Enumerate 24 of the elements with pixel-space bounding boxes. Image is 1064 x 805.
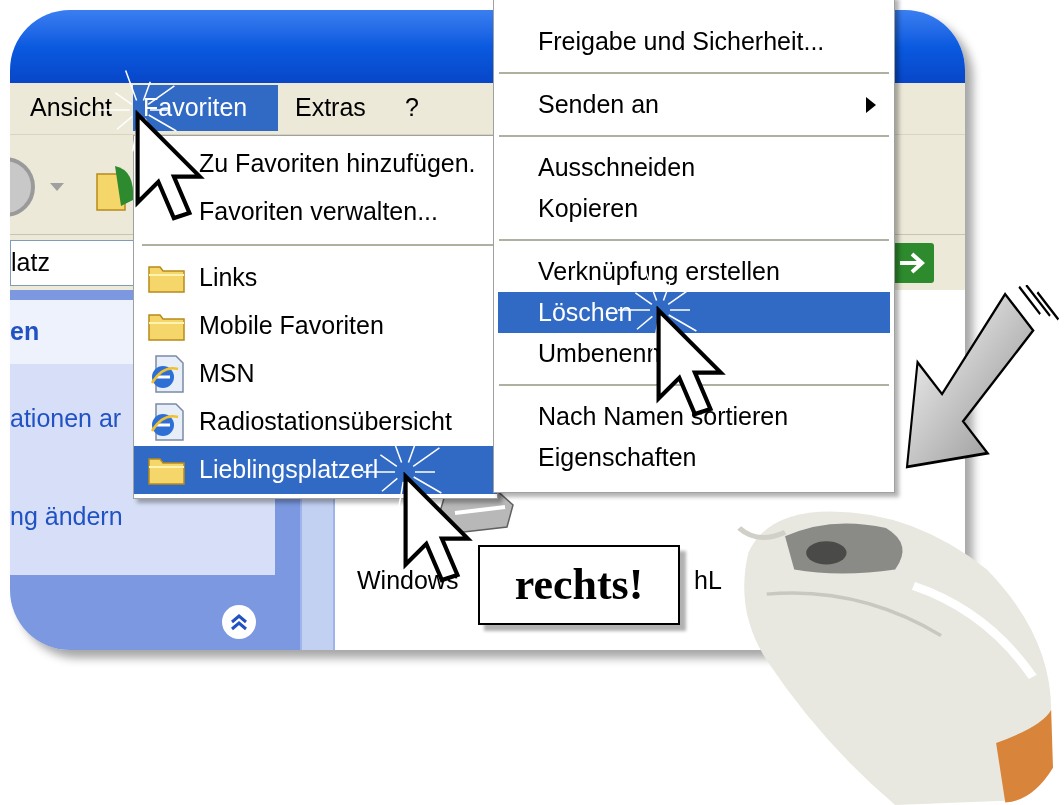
menu-entry[interactable]: Senden an xyxy=(498,84,890,125)
menu-entry[interactable]: Löschen xyxy=(498,292,890,333)
menu-entry[interactable]: Mobile Favoriten xyxy=(134,302,497,350)
menu-entry[interactable]: Umbenenn xyxy=(498,333,890,374)
menu-entry[interactable]: Favoriten verwalten... xyxy=(134,188,497,236)
menu-item[interactable]: Favoriten xyxy=(133,85,278,131)
menu-item[interactable]: ? xyxy=(395,85,435,131)
menu-entry[interactable]: Nach Namen sortieren xyxy=(498,396,890,437)
menu-entry[interactable]: Kopieren xyxy=(498,188,890,229)
menu-entry[interactable]: Lieblingsplatzerl xyxy=(134,446,497,494)
menu-item[interactable]: Extras xyxy=(285,85,385,131)
menu-entry[interactable]: MSN xyxy=(134,350,497,398)
menu-entry[interactable]: Verknüpfung erstellen xyxy=(498,251,890,292)
task-link[interactable]: ng ändern xyxy=(10,497,275,535)
menu-entry[interactable]: Freigabe und Sicherheit... xyxy=(498,21,890,62)
menu-entry[interactable]: Zu Favoriten hinzufügen. xyxy=(134,140,497,188)
menu-entry[interactable]: Ausschneiden xyxy=(498,147,890,188)
task-pane-title: en xyxy=(10,316,40,348)
file-label-fragment: hL xyxy=(694,565,722,596)
menu-item[interactable]: Ansicht xyxy=(20,85,128,131)
menu-entry[interactable]: Eigenschaften xyxy=(498,437,890,478)
menu-entry[interactable]: Links xyxy=(134,254,497,302)
callout-label: rechts! xyxy=(478,545,680,625)
menu-entry[interactable]: Radiostationsübersicht xyxy=(134,398,497,446)
